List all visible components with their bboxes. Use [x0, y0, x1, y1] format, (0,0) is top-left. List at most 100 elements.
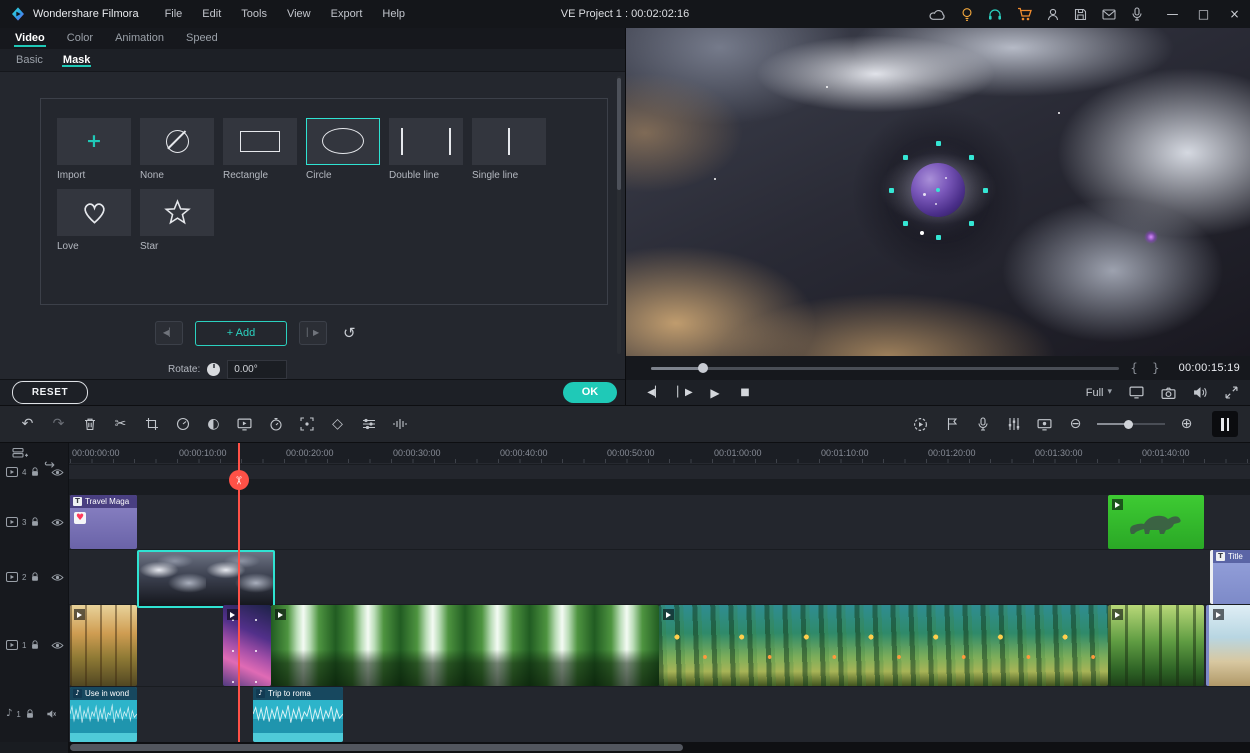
mask-option-love[interactable]: Love — [57, 189, 129, 252]
seek-thumb[interactable] — [698, 363, 708, 373]
tab-speed[interactable]: Speed — [175, 28, 229, 49]
display-device-icon[interactable] — [1129, 386, 1144, 399]
mask-handle-nw[interactable] — [903, 155, 908, 160]
crop-icon[interactable] — [136, 417, 167, 431]
delete-icon[interactable] — [74, 417, 105, 431]
timeline-hscrollbar-thumb[interactable] — [70, 744, 683, 751]
cloud-icon[interactable] — [929, 8, 946, 21]
reset-history-icon[interactable]: ↺ — [343, 326, 356, 341]
zoom-out-icon[interactable]: ⊖ — [1060, 417, 1091, 431]
save-icon[interactable] — [1074, 8, 1087, 21]
rotate-knob[interactable] — [207, 363, 220, 376]
rotate-value-field[interactable]: 0.00° — [227, 360, 287, 379]
mute-speaker-icon[interactable] — [46, 709, 57, 719]
clip-clouds-selected[interactable] — [137, 550, 275, 608]
bulb-icon[interactable] — [961, 7, 973, 22]
screen-record-icon[interactable] — [1029, 418, 1060, 431]
previous-keyframe-button[interactable]: ◀▏ — [155, 321, 183, 345]
panel-scrollbar-thumb[interactable] — [617, 78, 621, 190]
menu-file[interactable]: File — [155, 4, 193, 24]
mark-out-icon[interactable]: } — [1149, 362, 1163, 374]
lock-icon[interactable] — [30, 572, 40, 582]
menu-help[interactable]: Help — [372, 4, 415, 24]
close-button[interactable]: × — [1219, 0, 1250, 28]
duration-timer-icon[interactable] — [260, 417, 291, 431]
account-icon[interactable] — [1047, 8, 1059, 21]
tab-video[interactable]: Video — [4, 28, 56, 49]
clip-audio-use-in-wonder[interactable]: ♪ Use in wond — [70, 687, 137, 742]
clip-audio-trip-to-roma[interactable]: ♪ Trip to roma — [253, 687, 343, 742]
render-preview-icon[interactable] — [905, 417, 936, 432]
eye-icon[interactable] — [51, 573, 64, 582]
menu-edit[interactable]: Edit — [192, 4, 231, 24]
lock-icon[interactable] — [30, 517, 40, 527]
lock-icon[interactable] — [30, 640, 40, 650]
microphone-icon[interactable] — [1131, 7, 1143, 21]
subtab-basic[interactable]: Basic — [6, 49, 53, 71]
next-keyframe-button[interactable]: ▏▶ — [299, 321, 327, 345]
clip-autumn-forest[interactable] — [70, 605, 137, 686]
mask-option-import[interactable]: + Import — [57, 118, 129, 181]
clip-end-video[interactable] — [1206, 605, 1250, 686]
menu-tools[interactable]: Tools — [231, 4, 277, 24]
snapshot-camera-icon[interactable] — [1161, 387, 1176, 399]
stop-button[interactable]: ■ — [730, 388, 760, 398]
maximize-button[interactable]: □ — [1188, 0, 1219, 28]
mask-handle-se[interactable] — [969, 221, 974, 226]
menu-export[interactable]: Export — [321, 4, 373, 24]
color-correction-icon[interactable]: ◐ — [198, 417, 229, 431]
mask-option-double-line[interactable]: Double line — [389, 118, 461, 181]
mask-option-rectangle[interactable]: Rectangle — [223, 118, 295, 181]
manage-tracks-icon[interactable] — [12, 447, 28, 462]
eye-icon[interactable] — [51, 468, 64, 477]
fullscreen-icon[interactable] — [1225, 386, 1238, 399]
panel-scrollbar[interactable] — [617, 76, 621, 354]
clip-aquarium[interactable] — [659, 605, 1108, 686]
motion-track-icon[interactable] — [291, 417, 322, 431]
eye-icon[interactable] — [51, 518, 64, 527]
voiceover-mic-icon[interactable] — [967, 417, 998, 431]
split-scissors-icon[interactable]: ✂ — [105, 417, 136, 431]
clip-nebula[interactable] — [223, 605, 271, 686]
lock-icon[interactable] — [25, 709, 35, 719]
mask-handle-s[interactable] — [936, 235, 941, 240]
mask-handle-w[interactable] — [889, 188, 894, 193]
speed-icon[interactable] — [167, 417, 198, 431]
add-keyframe-button[interactable]: + Add — [195, 321, 287, 346]
tab-animation[interactable]: Animation — [104, 28, 175, 49]
clip-end-title[interactable]: T Title — [1210, 550, 1250, 604]
mail-icon[interactable] — [1102, 9, 1116, 20]
audio-stretch-icon[interactable] — [384, 418, 415, 430]
seek-bar[interactable] — [651, 367, 1119, 370]
mask-option-star[interactable]: Star — [140, 189, 212, 252]
menu-view[interactable]: View — [277, 4, 321, 24]
clip-travel-title[interactable]: T Travel Maga ♥ — [70, 495, 137, 549]
subtab-mask[interactable]: Mask — [53, 49, 101, 71]
render-frame-icon[interactable] — [229, 418, 260, 431]
playhead-split-badge[interactable]: ✂ — [229, 470, 249, 490]
mask-option-circle[interactable]: Circle — [306, 118, 378, 181]
preview-viewport[interactable] — [626, 28, 1250, 356]
clip-green-forest[interactable] — [1108, 605, 1204, 686]
zoom-in-icon[interactable]: ⊕ — [1171, 417, 1202, 431]
clip-greenscreen-dino[interactable] — [1108, 495, 1204, 549]
lock-icon[interactable] — [30, 467, 40, 477]
minimize-button[interactable]: — — [1157, 0, 1188, 28]
adjust-sliders-icon[interactable] — [353, 418, 384, 430]
eye-icon[interactable] — [51, 641, 64, 650]
quality-dropdown[interactable]: Full ▾ — [1086, 387, 1112, 399]
redo-icon[interactable]: ↷ — [43, 417, 74, 431]
mask-option-none[interactable]: None — [140, 118, 212, 181]
clip-waterfall[interactable] — [271, 605, 659, 686]
timeline-ruler[interactable]: 00:00:00:00 00:00:10:00 00:00:20:00 00:0… — [68, 443, 1250, 464]
mask-option-single-line[interactable]: Single line — [472, 118, 544, 181]
tab-color[interactable]: Color — [56, 28, 104, 49]
previous-frame-button[interactable]: ◀▏ — [640, 388, 670, 398]
headset-icon[interactable] — [988, 8, 1002, 21]
reset-button[interactable]: RESET — [12, 381, 88, 404]
mark-in-icon[interactable]: { — [1127, 362, 1141, 374]
play-button[interactable]: ▶ — [700, 387, 730, 399]
undo-icon[interactable]: ↶ — [12, 417, 43, 431]
mask-handle-e[interactable] — [983, 188, 988, 193]
next-frame-button[interactable]: ▏▶ — [670, 388, 700, 398]
